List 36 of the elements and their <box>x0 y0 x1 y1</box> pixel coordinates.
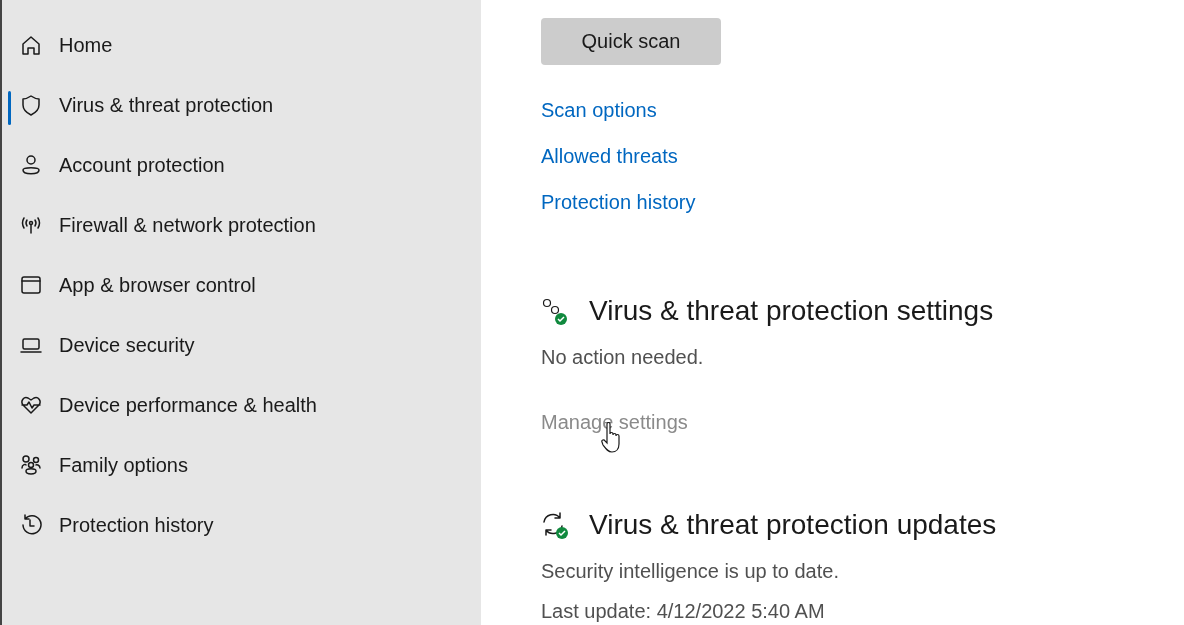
family-icon <box>20 454 42 476</box>
nav-label: Firewall & network protection <box>59 213 316 237</box>
nav-label: Virus & threat protection <box>59 93 274 117</box>
quick-scan-button[interactable]: Quick scan <box>541 18 721 65</box>
nav-item[interactable]: Protection history <box>2 495 481 555</box>
history-icon <box>20 514 42 536</box>
nav-label: Family options <box>59 453 188 477</box>
section-title: Virus & threat protection updates <box>589 508 997 542</box>
nav-item[interactable]: Virus & threat protection <box>2 75 481 135</box>
home-icon <box>20 34 42 56</box>
status-text: Security intelligence is up to date. <box>541 559 839 583</box>
refresh-check-icon <box>541 511 569 539</box>
nav-item[interactable]: Family options <box>2 435 481 495</box>
nav-label: Home <box>59 33 113 57</box>
nav-item[interactable]: App & browser control <box>2 255 481 315</box>
antenna-icon <box>20 214 42 236</box>
nav-item[interactable]: Device performance & health <box>2 375 481 435</box>
nav-label: Device performance & health <box>59 393 317 417</box>
nav-label: App & browser control <box>59 273 256 297</box>
section-title: Virus & threat protection settings <box>589 294 994 328</box>
nav-item[interactable]: Account protection <box>2 135 481 195</box>
window-icon <box>20 274 42 296</box>
person-icon <box>20 154 42 176</box>
shield-icon <box>20 94 42 116</box>
heart-pulse-icon <box>20 394 42 416</box>
link[interactable]: Protection history <box>541 190 696 214</box>
nav-item[interactable]: Home <box>2 15 481 75</box>
status-text: Last update: 4/12/2022 5:40 AM <box>541 599 825 623</box>
link[interactable]: Allowed threats <box>541 144 696 168</box>
nav-item[interactable]: Firewall & network protection <box>2 195 481 255</box>
link[interactable]: Scan options <box>541 98 696 122</box>
nav-label: Protection history <box>59 513 214 537</box>
nav-item[interactable]: Device security <box>2 315 481 375</box>
status-text: No action needed. <box>541 345 704 369</box>
nav-label: Device security <box>59 333 195 357</box>
nav-label: Account protection <box>59 153 225 177</box>
